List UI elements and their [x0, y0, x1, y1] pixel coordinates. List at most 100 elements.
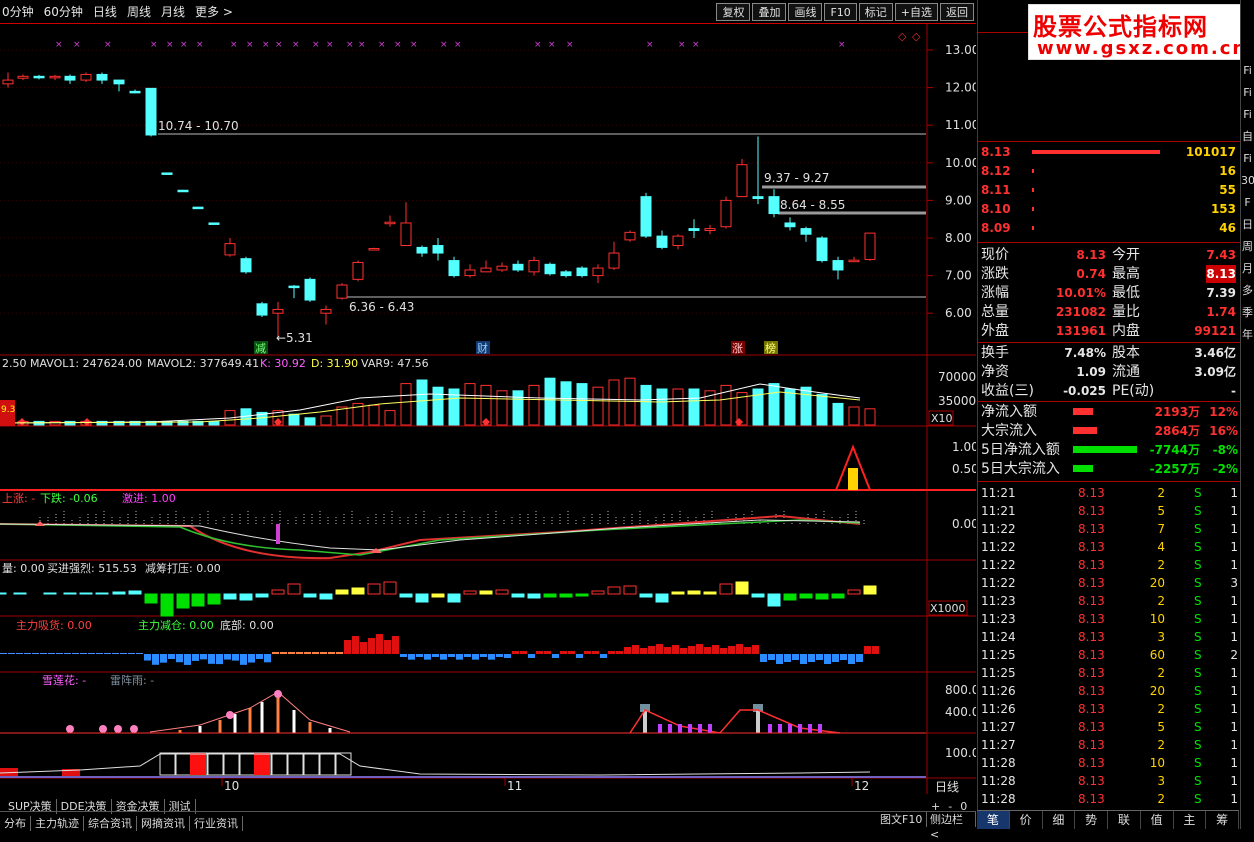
- quote-tab[interactable]: 价: [1010, 811, 1043, 829]
- orderbook-row[interactable]: 8.11 55: [978, 181, 1240, 199]
- f10-link[interactable]: 图文F10: [876, 812, 928, 827]
- side-tool-button[interactable]: F: [1241, 192, 1254, 214]
- ind3-bar: [176, 593, 190, 609]
- candle-body: [288, 285, 300, 289]
- ind4-bar: [560, 651, 567, 654]
- quote-label: 总量: [981, 304, 1009, 320]
- ind3-bar: [767, 593, 781, 607]
- draw-button[interactable]: 画线: [788, 3, 823, 21]
- candle-body: [496, 265, 508, 271]
- ind4-bar: [168, 654, 175, 660]
- tick-side: S: [1194, 756, 1202, 770]
- orderbook-bar: [1032, 150, 1160, 154]
- ind4-bar: [696, 644, 703, 654]
- signal-marker: ×: [73, 40, 81, 50]
- side-tool-button[interactable]: 季: [1241, 302, 1254, 324]
- side-tool-button[interactable]: Fi: [1241, 104, 1254, 126]
- tick-count: 3: [1230, 576, 1238, 590]
- sidebar-toggle[interactable]: 侧边栏<: [926, 812, 976, 841]
- ind2-axis: 0.00: [952, 517, 976, 531]
- quote-label: PE(动): [1112, 383, 1155, 399]
- ind5-flower: [130, 725, 138, 733]
- volume-bar: [432, 386, 444, 426]
- quote-tab[interactable]: 联: [1108, 811, 1141, 829]
- add-watchlist-button[interactable]: +自选: [894, 3, 938, 21]
- ind3-bar: [144, 593, 158, 604]
- quote-row: 现价 8.13 今开 7.43: [978, 246, 1240, 264]
- k-value: K: 30.92: [260, 357, 306, 370]
- price-axis-label: 10.00: [945, 156, 976, 170]
- period-tab-more[interactable]: 更多 >: [195, 0, 233, 24]
- tick-list[interactable]: 11:21 8.13 2 S 1 11:21 8.13 5 S 1 11:22 8.13 7 S 1 11:2…: [978, 484, 1240, 810]
- tick-count: 1: [1230, 522, 1238, 536]
- xaxis-10: 10: [224, 779, 239, 793]
- side-tool-button[interactable]: 周: [1241, 236, 1254, 258]
- mavol1: MAVOL1: 247624.00: [30, 357, 142, 370]
- period-tab-day[interactable]: 日线: [93, 0, 117, 24]
- side-tool-button[interactable]: 自: [1241, 126, 1254, 148]
- candle-body: [272, 308, 284, 314]
- tick-count: 1: [1230, 594, 1238, 608]
- flow-bar: [1073, 446, 1137, 453]
- kline-chart[interactable]: 13.00 12.00 11.00 10.00 9.00 8.00 7.00 6.00 × × ×…: [0, 24, 976, 794]
- ind4-bar: [624, 647, 631, 654]
- flow-row: 净流入额 2193万 12%: [978, 403, 1240, 421]
- quote-tab[interactable]: 主: [1174, 811, 1207, 829]
- tick-row: 11:22 8.13 7 S 1: [978, 520, 1240, 538]
- orderbook-row[interactable]: 8.10 153: [978, 200, 1240, 218]
- site-logo: 股票公式指标网 www.gsxz.com.cn: [1028, 4, 1250, 60]
- ind3-bar: [112, 591, 126, 595]
- ind6-block: [271, 752, 288, 776]
- ind3-bar: [799, 593, 813, 599]
- period-tab-week[interactable]: 周线: [127, 0, 151, 24]
- ind4-bar: [528, 654, 535, 658]
- ind4-bar: [752, 645, 759, 654]
- f10-button[interactable]: F10: [824, 3, 857, 21]
- ind4-bar: [392, 636, 399, 654]
- volume-bar: [288, 413, 300, 426]
- side-tool-button[interactable]: 月: [1241, 258, 1254, 280]
- quote-row: 换手 7.48% 股本 3.46亿: [978, 344, 1240, 362]
- tick-side: S: [1194, 648, 1202, 662]
- side-tool-button[interactable]: Fi: [1241, 60, 1254, 82]
- quote-tab[interactable]: 值: [1141, 811, 1174, 829]
- ind4-a: 主力吸货: 0.00: [16, 618, 92, 632]
- candle-body: [161, 172, 173, 175]
- overlay-button[interactable]: 叠加: [752, 3, 787, 21]
- ind3-bar: [79, 592, 93, 595]
- ind4-bar: [328, 652, 335, 654]
- quote-tab[interactable]: 势: [1075, 811, 1108, 829]
- tick-time: 11:25: [981, 648, 1016, 662]
- candle-body: [416, 246, 428, 254]
- mark-button[interactable]: 标记: [858, 3, 893, 21]
- ind4-bar: [712, 645, 719, 654]
- flow-label: 净流入额: [981, 404, 1037, 420]
- period-tab-60min[interactable]: 60分钟: [44, 0, 83, 24]
- ind5-flower: [226, 711, 234, 719]
- ind4-bar: [112, 653, 119, 654]
- orderbook-row[interactable]: 8.09 46: [978, 219, 1240, 237]
- flow-bar: [1073, 427, 1097, 434]
- orderbook-row[interactable]: 8.12 16: [978, 162, 1240, 180]
- orderbook-row[interactable]: 8.13 101017: [978, 143, 1240, 161]
- side-tool-button[interactable]: Fi: [1241, 82, 1254, 104]
- ind4-bar: [744, 647, 751, 654]
- period-tab-0[interactable]: 0分钟: [2, 0, 34, 24]
- period-tab-month[interactable]: 月线: [161, 0, 185, 24]
- side-tool-button[interactable]: Fi: [1241, 148, 1254, 170]
- ind4-bar: [272, 652, 279, 654]
- side-tool-button[interactable]: 30: [1241, 170, 1254, 192]
- side-tool-button[interactable]: 日: [1241, 214, 1254, 236]
- ind3-bar: [383, 581, 397, 595]
- candle-body: [384, 221, 396, 225]
- tick-row: 11:25 8.13 2 S 1: [978, 664, 1240, 682]
- quote-value: 231082: [1055, 305, 1106, 319]
- quote-tab[interactable]: 笔: [977, 811, 1010, 829]
- fuquan-button[interactable]: 复权: [716, 3, 751, 21]
- back-button[interactable]: 返回: [940, 3, 974, 21]
- quote-tab[interactable]: 细: [1043, 811, 1076, 829]
- orderbook-price: 8.13: [981, 145, 1011, 159]
- quote-tab[interactable]: 筹: [1206, 811, 1239, 829]
- side-tool-button[interactable]: 多: [1241, 280, 1254, 302]
- side-tool-button[interactable]: 年: [1241, 324, 1254, 346]
